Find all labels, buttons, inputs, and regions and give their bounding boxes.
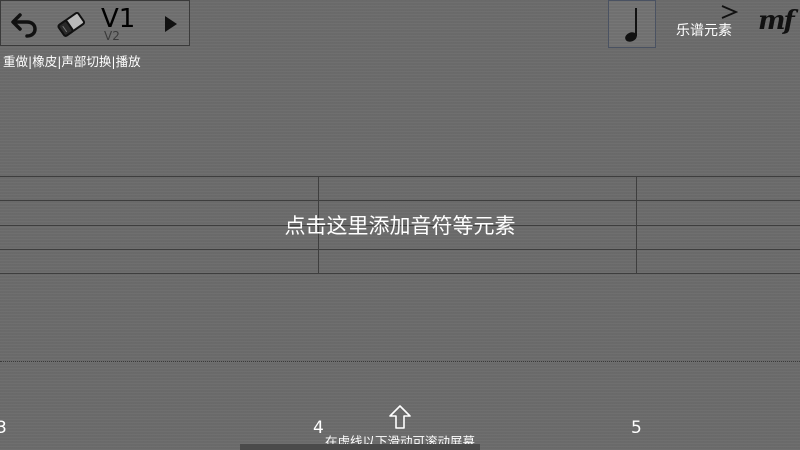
score-elements-toolbar: 乐谱元素 mf — [608, 0, 800, 48]
add-note-prompt[interactable]: 点击这里添加音符等元素 — [0, 210, 800, 240]
play-button[interactable] — [156, 1, 186, 47]
dynamics-button[interactable]: mf — [758, 6, 795, 36]
accent-mark-icon[interactable] — [720, 4, 738, 20]
staff-line — [0, 176, 800, 177]
edit-toolbar: V1 V2 — [0, 0, 190, 46]
eraser-icon — [57, 11, 86, 37]
staff-line — [0, 273, 800, 274]
score-elements-button[interactable]: 乐谱元素 — [676, 20, 732, 40]
play-icon — [165, 16, 177, 32]
staff-line — [0, 249, 800, 250]
undo-arrow-icon — [11, 13, 37, 38]
note-button[interactable] — [608, 0, 656, 48]
undo-button[interactable] — [5, 1, 45, 47]
staff-line — [0, 200, 800, 201]
arrow-up-outline-icon — [389, 405, 411, 429]
quarter-note-icon — [625, 8, 637, 42]
eraser-button[interactable] — [51, 1, 91, 47]
scroll-bar[interactable] — [240, 444, 480, 450]
voice-sub-label: V2 — [104, 29, 120, 43]
toolbar-hint: 重做|橡皮|声部切换|播放 — [3, 54, 141, 69]
scroll-divider — [0, 361, 800, 362]
voice-switch-button[interactable]: V1 V2 — [101, 1, 151, 47]
